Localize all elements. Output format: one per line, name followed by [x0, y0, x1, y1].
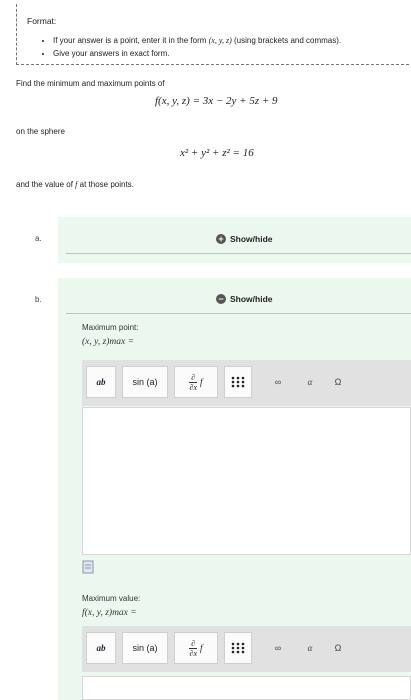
matrix-button[interactable]: [224, 632, 252, 664]
max-point-expression: (x, y, z)max =: [82, 337, 135, 347]
function-equation: f(x, y, z) = 3x − 2y + 5z + 9: [155, 95, 278, 107]
superscript-button[interactable]: ab: [86, 366, 116, 398]
value-instruction-text: and the value of f at those points.: [16, 180, 134, 189]
infinity-button[interactable]: ∞: [264, 632, 292, 664]
superscript-button[interactable]: ab: [86, 632, 116, 664]
part-b-label: b.: [35, 295, 42, 304]
matrix-icon: [231, 642, 245, 654]
max-point-answer-input[interactable]: [82, 407, 411, 555]
function-button[interactable]: sin (a): [122, 632, 168, 664]
max-point-math-toolbar: ab sin (a) ∂ ∂x f ∞ α Ω: [82, 360, 411, 406]
max-value-expression: f(x, y, z)max =: [82, 608, 137, 618]
max-value-math-toolbar: ab sin (a) ∂ ∂x f ∞ α Ω: [82, 626, 411, 672]
max-value-answer-input[interactable]: [82, 676, 411, 700]
part-a-show-hide-toggle[interactable]: + Show/hide: [216, 234, 273, 244]
greek-letters-button[interactable]: α: [296, 366, 324, 398]
format-title: Format:: [27, 16, 57, 26]
format-bullet-point-form: If your answer is a point, enter it in t…: [53, 34, 341, 47]
matrix-icon: [231, 376, 245, 388]
problem-intro-text: Find the minimum and maximum points of: [16, 79, 165, 88]
part-a-label: a.: [35, 234, 42, 243]
format-instructions-box: Format: If your answer is a point, enter…: [16, 4, 409, 65]
sphere-equation: x² + y² + z² = 16: [180, 147, 254, 159]
derivative-button[interactable]: ∂ ∂x f: [174, 366, 218, 398]
function-button[interactable]: sin (a): [122, 366, 168, 398]
symbols-button[interactable]: Ω: [324, 632, 352, 664]
minus-icon: −: [216, 294, 226, 304]
derivative-button[interactable]: ∂ ∂x f: [174, 632, 218, 664]
infinity-button[interactable]: ∞: [264, 366, 292, 398]
part-a-panel: + Show/hide: [58, 217, 411, 263]
part-b-panel: − Show/hide Maximum point: (x, y, z)max …: [58, 278, 411, 700]
part-b-show-hide-toggle[interactable]: − Show/hide: [216, 294, 273, 304]
part-a-divider: [66, 253, 411, 254]
part-b-divider: [66, 313, 411, 314]
max-value-label: Maximum value:: [82, 594, 141, 603]
format-list: If your answer is a point, enter it in t…: [43, 34, 341, 60]
format-bullet-exact-form: Give your answers in exact form.: [53, 47, 341, 60]
greek-letters-button[interactable]: α: [296, 632, 324, 664]
max-point-label: Maximum point:: [82, 323, 139, 332]
plus-icon: +: [216, 234, 226, 244]
symbols-button[interactable]: Ω: [324, 366, 352, 398]
matrix-button[interactable]: [224, 366, 252, 398]
document-icon[interactable]: [82, 560, 94, 574]
sphere-intro-text: on the sphere: [16, 127, 65, 136]
